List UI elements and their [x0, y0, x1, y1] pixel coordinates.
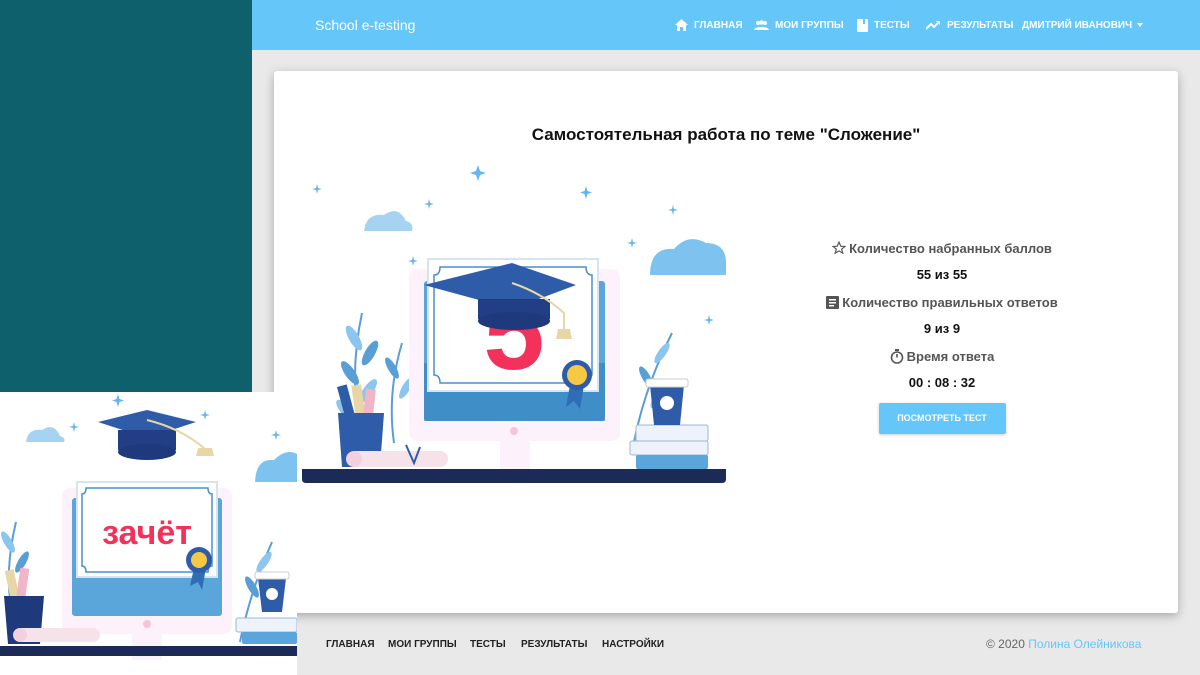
user-name: ДМИТРИЙ ИВАНОВИЧ	[1022, 19, 1133, 31]
test-title: Самостоятельная работа по теме "Сложение…	[531, 125, 921, 144]
correct-label: Количество правильных ответов	[842, 294, 1058, 310]
copyright-text: © 2020	[986, 637, 1025, 651]
nav-home[interactable]: ГЛАВНАЯ	[675, 18, 743, 32]
list-icon	[826, 295, 840, 309]
pass-illustration: зачёт	[0, 394, 297, 660]
author-link[interactable]: Полина Олейникова	[1028, 637, 1141, 651]
correct-value: 9 из 9	[923, 321, 961, 336]
footer-link-home[interactable]: ГЛАВНАЯ	[326, 639, 375, 650]
graduation-cap-icon	[98, 410, 214, 460]
nav-my-groups-label: МОИ ГРУППЫ	[775, 19, 844, 31]
footer-link-my-groups[interactable]: МОИ ГРУППЫ	[388, 639, 457, 650]
copyright: © 2020 Полина Олейникова	[986, 637, 1141, 651]
coffee-cup	[254, 571, 290, 612]
nav-my-groups[interactable]: МОИ ГРУППЫ	[754, 18, 844, 32]
footer-link-tests[interactable]: ТЕСТЫ	[470, 639, 506, 650]
caret-down-icon	[1137, 23, 1144, 27]
nav-tests-label: ТЕСТЫ	[874, 19, 910, 31]
user-menu[interactable]: ДМИТРИЙ ИВАНОВИЧ	[1022, 18, 1144, 32]
score-label-row: Количество набранных баллов	[822, 239, 1062, 257]
view-test-button[interactable]: ПОСМОТРЕТЬ ТЕСТ	[878, 403, 1006, 434]
footer-link-settings[interactable]: НАСТРОЙКИ	[602, 639, 664, 650]
score-label: Количество набранных баллов	[849, 240, 1052, 256]
books	[629, 424, 709, 469]
trending-up-icon	[926, 21, 940, 30]
nav-results-label: РЕЗУЛЬТАТЫ	[947, 19, 1014, 31]
pass-mark: зачёт	[102, 514, 192, 552]
star-icon	[832, 241, 847, 255]
result-stats: Количество набранных баллов 55 из 55 Кол…	[822, 239, 1062, 434]
timer-icon	[890, 348, 903, 364]
time-label-row: Время ответа	[822, 347, 1062, 365]
home-icon	[675, 19, 688, 31]
pass-illustration-overlay: зачёт	[0, 392, 297, 675]
nav-tests[interactable]: ТЕСТЫ	[857, 18, 910, 32]
coffee-cup	[645, 378, 689, 425]
top-navbar: School e-testing ГЛАВНАЯ МОИ ГРУППЫ ТЕСТ…	[252, 0, 1200, 50]
nav-home-label: ГЛАВНАЯ	[694, 19, 743, 31]
nav-results[interactable]: РЕЗУЛЬТАТЫ	[926, 18, 1013, 32]
result-card: Самостоятельная работа по теме "Сложение…	[274, 71, 1178, 613]
correct-label-row: Количество правильных ответов	[822, 293, 1062, 311]
time-label: Время ответа	[906, 348, 995, 364]
footer-link-results[interactable]: РЕЗУЛЬТАТЫ	[521, 639, 587, 650]
book-icon	[857, 18, 868, 32]
time-value: 00 : 08 : 32	[908, 375, 976, 390]
groups-icon	[754, 20, 769, 30]
graduation-illustration: 5	[302, 165, 726, 483]
brand-link[interactable]: School e-testing	[315, 17, 415, 33]
score-value: 55 из 55	[916, 267, 968, 282]
